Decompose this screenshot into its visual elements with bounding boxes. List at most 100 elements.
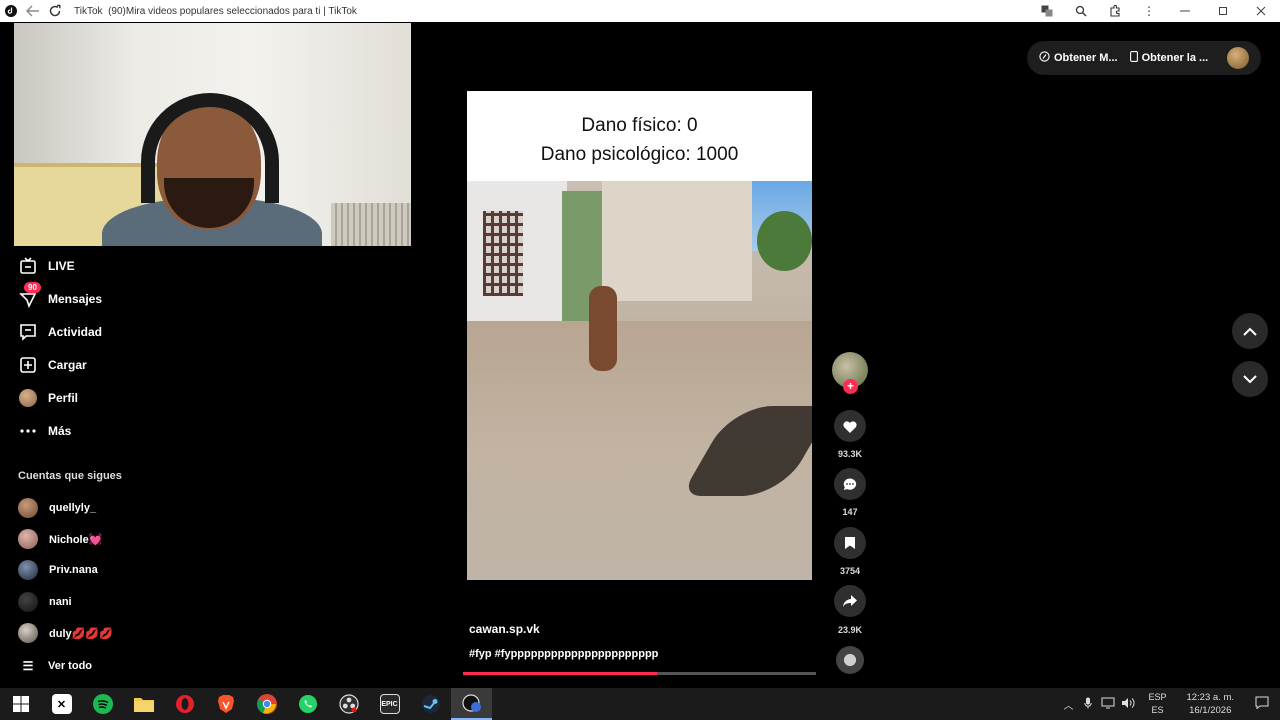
epic-games-icon[interactable]: EPIC	[369, 688, 410, 720]
bookmark-icon	[845, 537, 855, 549]
close-icon[interactable]	[1242, 0, 1280, 22]
caption-line: Dano psicológico: 1000	[540, 144, 739, 165]
share-count: 23.9K	[837, 625, 863, 635]
video-author[interactable]: cawan.sp.vk	[469, 622, 540, 636]
following-item[interactable]: duly💋💋💋	[18, 623, 113, 643]
following-name: Priv.nana	[49, 564, 98, 576]
avatar	[18, 592, 38, 612]
active-app-icon[interactable]	[451, 688, 492, 720]
see-all-link[interactable]: ☰ Ver todo	[18, 657, 92, 675]
heart-icon	[843, 420, 857, 433]
sidebar-item-messages[interactable]: 90 Mensajes	[18, 282, 102, 311]
like-button[interactable]	[834, 410, 866, 442]
steam-icon[interactable]	[410, 688, 451, 720]
sidebar-item-more[interactable]: Más	[18, 419, 71, 443]
activity-icon	[18, 322, 38, 342]
opera-icon[interactable]	[164, 688, 205, 720]
get-app-label: Obtener la ...	[1141, 52, 1209, 64]
share-button[interactable]	[834, 585, 866, 617]
network-icon[interactable]	[1098, 697, 1118, 712]
title-bar: TikTok (90)Mira videos populares selecci…	[0, 0, 1280, 22]
following-name: quellyly_	[49, 502, 97, 514]
maximize-icon[interactable]	[1204, 0, 1242, 22]
window-title: TikTok (90)Mira videos populares selecci…	[74, 6, 357, 17]
save-button[interactable]	[834, 527, 866, 559]
sidebar-item-label: Perfil	[48, 391, 79, 405]
following-item[interactable]: quellyly_	[18, 498, 96, 518]
file-explorer-icon[interactable]	[123, 688, 164, 720]
sidebar-item-activity[interactable]: Actividad	[18, 320, 102, 344]
following-item[interactable]: Priv.nana	[18, 560, 98, 580]
more-icon[interactable]: ⋮	[1132, 0, 1166, 22]
following-name: Nichole💓	[49, 533, 103, 546]
get-app-button[interactable]: Obtener la ...	[1129, 51, 1209, 65]
tiktok-app-icon	[0, 0, 22, 22]
notification-icon[interactable]	[1244, 696, 1280, 712]
whatsapp-icon[interactable]	[287, 688, 328, 720]
music-disc-icon[interactable]	[836, 646, 864, 674]
live-tv-icon	[18, 256, 38, 276]
minimize-icon[interactable]	[1166, 0, 1204, 22]
video-caption-overlay: Dano físico: 0 Dano psicológico: 1000	[467, 91, 812, 181]
volume-icon[interactable]	[1118, 697, 1138, 712]
next-video-button[interactable]	[1232, 361, 1268, 397]
chevron-up-icon	[1243, 327, 1257, 336]
page-title: (90)Mira videos populares seleccionados …	[108, 5, 357, 17]
sidebar-item-live[interactable]: LIVE	[18, 254, 75, 278]
video-progress-bar[interactable]	[463, 672, 816, 675]
language-indicator[interactable]: ESP ES	[1148, 691, 1166, 717]
following-name: duly💋💋💋	[49, 627, 113, 640]
extensions-icon[interactable]	[1098, 0, 1132, 22]
unread-badge: 90	[24, 282, 41, 293]
avatar	[18, 623, 38, 643]
like-count: 93.3K	[837, 449, 863, 459]
get-coins-button[interactable]: Obtener M...	[1039, 51, 1118, 65]
video-player[interactable]: Dano físico: 0 Dano psicológico: 1000	[467, 91, 812, 580]
video-progress-fill	[463, 672, 658, 675]
chrome-icon[interactable]	[246, 688, 287, 720]
sidebar-item-label: Cargar	[48, 358, 87, 372]
translate-icon[interactable]	[1030, 0, 1064, 22]
following-title: Cuentas que sigues	[18, 470, 122, 482]
spotify-icon[interactable]	[82, 688, 123, 720]
chevron-down-icon	[1243, 374, 1257, 383]
previous-video-button[interactable]	[1232, 313, 1268, 349]
back-arrow-icon[interactable]	[22, 0, 44, 22]
lang-top: ESP	[1148, 692, 1167, 702]
comment-icon	[843, 478, 857, 490]
zoom-icon[interactable]	[1064, 0, 1098, 22]
video-hashtags[interactable]: #fyp #fypppppppppppppppppppppp	[469, 648, 658, 660]
system-tray: ︿ ESP ES 12:23 a. m. 16/1/2026	[1058, 688, 1280, 720]
brave-icon[interactable]	[205, 688, 246, 720]
tray-chevron-icon[interactable]: ︿	[1058, 697, 1078, 712]
windows-start-icon[interactable]	[0, 688, 41, 720]
user-avatar[interactable]	[1227, 47, 1249, 69]
avatar	[18, 498, 38, 518]
sidebar-item-profile[interactable]: Perfil	[18, 386, 78, 410]
clock-date: 16/1/2026	[1189, 705, 1232, 716]
sidebar-item-label: Actividad	[48, 325, 103, 339]
upload-plus-icon	[18, 355, 38, 375]
following-item[interactable]: nani	[18, 592, 72, 612]
reload-icon[interactable]	[44, 0, 66, 22]
capcut-icon[interactable]: ✕	[41, 688, 82, 720]
obs-icon[interactable]	[328, 688, 369, 720]
avatar	[18, 529, 38, 549]
microphone-icon[interactable]	[1078, 697, 1098, 712]
sidebar-item-upload[interactable]: Cargar	[18, 353, 87, 377]
follow-plus-icon[interactable]: +	[843, 379, 858, 394]
app-name: TikTok	[74, 5, 103, 17]
following-item[interactable]: Nichole💓	[18, 529, 102, 549]
webcam-overlay	[14, 23, 411, 246]
more-dots-icon	[18, 421, 38, 441]
clock-time: 12:23 a. m.	[1186, 692, 1234, 703]
get-coins-label: Obtener M...	[1054, 52, 1118, 64]
top-right-controls: Obtener M... Obtener la ...	[1027, 41, 1261, 75]
save-count: 3754	[839, 566, 861, 576]
windows-taskbar: ✕ EPIC ︿ ESP ES 12:23 a. m. 16/1/2026	[0, 688, 1280, 720]
tiktok-window: TikTok (90)Mira videos populares selecci…	[0, 0, 1280, 720]
list-icon: ☰	[22, 659, 34, 673]
comment-button[interactable]	[834, 468, 866, 500]
share-icon	[843, 595, 857, 607]
clock[interactable]: 12:23 a. m. 16/1/2026	[1186, 691, 1234, 717]
